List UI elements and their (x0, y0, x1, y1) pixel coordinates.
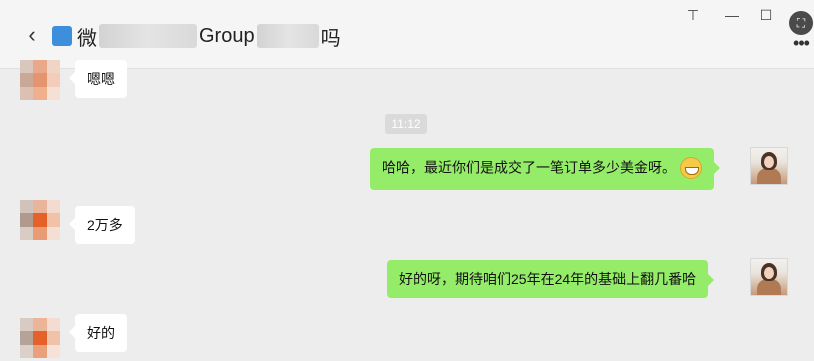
maximize-icon[interactable]: ☐ (755, 4, 777, 26)
chat-header: ‹ 微 Group 吗 ⊤ — ☐ ⛶ ••• (0, 0, 814, 69)
message-bubble-outgoing: 好的呀，期待咱们25年在24年的基础上翻几番哈 (387, 260, 715, 298)
message-bubble-incoming: 嗯嗯 (69, 60, 127, 98)
grinning-emoji-icon (680, 157, 702, 179)
title-fragment: 微 (77, 27, 97, 50)
title-fragment: Group (199, 24, 255, 47)
message-timestamp: 11:12 (385, 114, 427, 134)
message-text: 嗯嗯 (87, 71, 115, 87)
message-bubble-incoming: 好的 (69, 314, 127, 352)
user-avatar[interactable] (750, 147, 788, 185)
message-text: 2万多 (87, 217, 123, 233)
message-bubble-incoming: 2万多 (69, 206, 135, 244)
minimize-icon[interactable]: — (721, 4, 743, 26)
user-avatar[interactable] (750, 258, 788, 296)
screenshot-tool-icon[interactable]: ⛶ (789, 11, 813, 35)
more-options-icon[interactable]: ••• (790, 33, 812, 53)
title-fragment: 吗 (320, 27, 341, 50)
message-text: 好的呀，期待咱们25年在24年的基础上翻几番哈 (399, 271, 697, 287)
message-text: 哈哈，最近你们是成交了一笔订单多少美金呀。 (382, 159, 676, 176)
blurred-title-segment (99, 24, 197, 48)
message-text: 好的 (87, 325, 115, 341)
chevron-left-icon[interactable]: ‹ (22, 22, 42, 47)
contact-avatar[interactable] (20, 60, 60, 100)
contact-avatar[interactable] (20, 318, 60, 358)
message-bubble-outgoing: 哈哈，最近你们是成交了一笔订单多少美金呀。 (370, 148, 720, 190)
pin-icon[interactable]: ⊤ (682, 4, 704, 26)
group-chat-icon (52, 26, 72, 46)
contact-avatar[interactable] (20, 200, 60, 240)
blurred-title-segment (256, 24, 319, 48)
chat-title: 微 Group 吗 (77, 22, 341, 50)
